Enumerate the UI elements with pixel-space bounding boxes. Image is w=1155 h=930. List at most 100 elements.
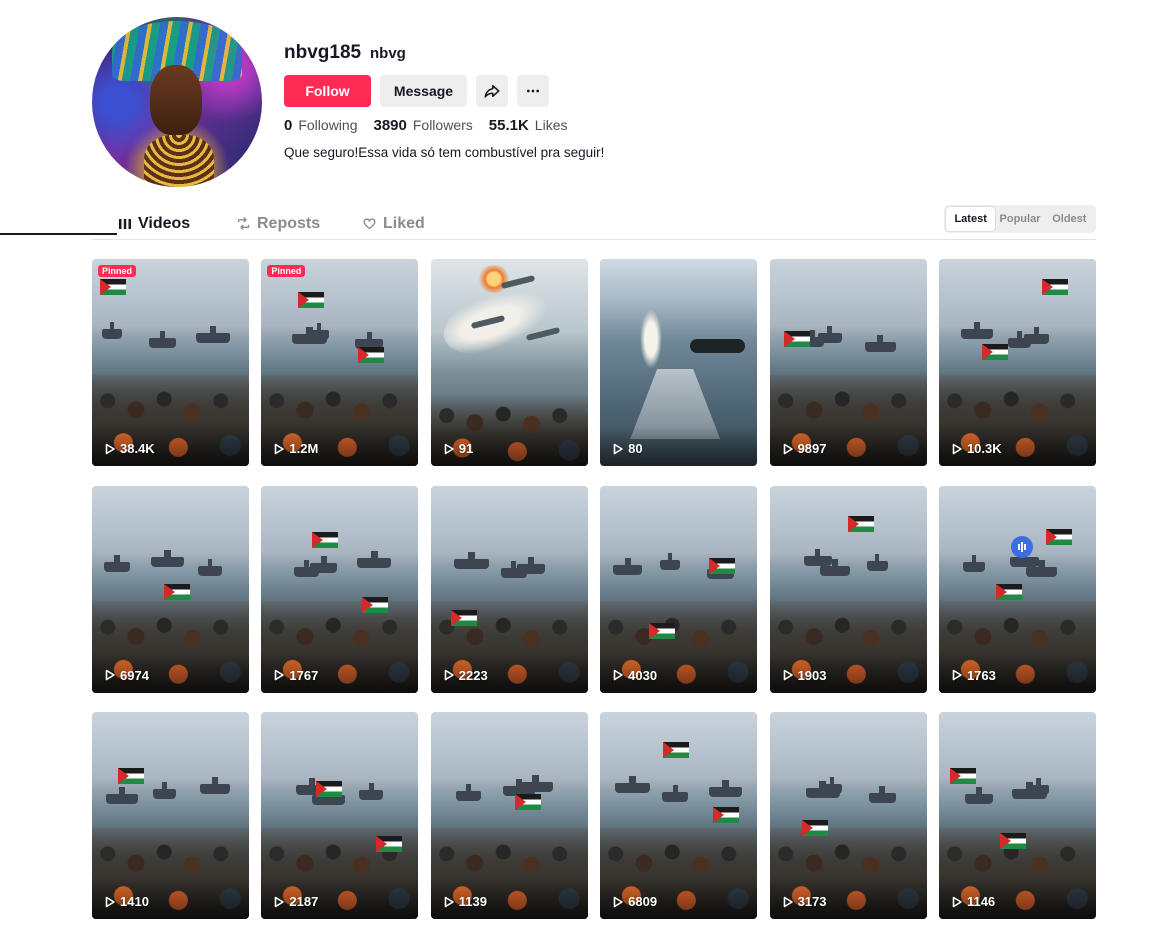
warship	[500, 560, 527, 578]
warship	[960, 322, 993, 339]
video-card[interactable]: 6809	[600, 712, 758, 919]
play-icon	[783, 896, 793, 907]
sort-oldest[interactable]: Oldest	[1045, 207, 1094, 231]
warship	[102, 322, 122, 339]
following-stat[interactable]: 0 Following	[284, 117, 357, 134]
palestine-flag	[514, 794, 541, 810]
video-card[interactable]: 1767	[261, 485, 419, 693]
view-count-label: 6809	[628, 894, 658, 909]
message-button[interactable]: Message	[380, 75, 467, 107]
video-card[interactable]: 2223	[430, 485, 588, 693]
view-count: 38.4K	[104, 441, 155, 456]
video-card[interactable]: 9897	[769, 259, 927, 466]
video-card[interactable]: 3173	[769, 712, 927, 919]
repost-icon	[237, 217, 250, 230]
audio-icon	[1010, 535, 1033, 558]
share-icon	[484, 85, 500, 98]
view-count-label: 9897	[797, 441, 827, 456]
warship	[805, 781, 840, 798]
warship	[709, 780, 743, 797]
avatar[interactable]	[92, 17, 262, 187]
video-card[interactable]: 1410	[92, 712, 249, 919]
view-count: 80	[612, 441, 643, 456]
follow-button[interactable]: Follow	[284, 75, 371, 107]
view-count-label: 1139	[458, 894, 487, 909]
video-card[interactable]: 6974	[92, 485, 249, 693]
warship	[1007, 331, 1031, 348]
likes-stat: 55.1K Likes	[489, 117, 568, 134]
avatar-face	[150, 65, 202, 135]
video-card[interactable]: 1139	[430, 712, 588, 919]
warship	[866, 553, 888, 571]
grid-icon	[119, 218, 131, 229]
warship	[153, 782, 176, 799]
video-card[interactable]: 4030	[600, 485, 758, 693]
warship	[868, 786, 896, 803]
profile-bio: Que seguro!Essa vida só tem combustível …	[284, 145, 605, 160]
palestine-flag	[362, 596, 389, 613]
palestine-flag	[999, 833, 1026, 849]
view-count-label: 1763	[966, 667, 996, 683]
warship	[962, 554, 985, 572]
video-card[interactable]: Pinned 1.2M	[261, 259, 419, 466]
sea	[769, 790, 927, 828]
video-card[interactable]: 1763	[938, 485, 1096, 693]
view-count: 6809	[612, 894, 657, 909]
tab-videos[interactable]: Videos	[118, 208, 190, 239]
more-button[interactable]	[517, 75, 549, 107]
palestine-flag	[981, 344, 1008, 360]
tab-reposts[interactable]: Reposts	[236, 208, 320, 239]
sort-toggle: Latest Popular Oldest	[944, 205, 1096, 233]
video-card[interactable]: 1146	[938, 712, 1096, 919]
video-card[interactable]: 10.3K	[938, 259, 1096, 466]
view-count-label: 10.3K	[966, 441, 1002, 456]
video-card[interactable]: 91	[430, 259, 588, 466]
warship	[200, 777, 230, 794]
avatar-necklace	[144, 135, 214, 187]
video-card[interactable]: 2187	[261, 712, 419, 919]
warship	[292, 327, 328, 344]
more-icon	[527, 89, 539, 93]
palestine-flag	[450, 609, 477, 626]
sort-popular[interactable]: Popular	[995, 207, 1044, 231]
warship	[196, 326, 230, 343]
sea	[430, 790, 588, 828]
tab-liked[interactable]: Liked	[362, 208, 425, 239]
play-icon	[613, 896, 623, 907]
submarine	[690, 339, 746, 353]
warship	[359, 783, 384, 800]
play-icon	[613, 443, 623, 454]
video-card[interactable]: 1903	[769, 485, 927, 693]
video-card[interactable]: Pinned 38.4K	[92, 259, 249, 466]
followers-stat[interactable]: 3890 Followers	[373, 117, 472, 134]
sea	[261, 564, 419, 602]
tab-liked-label: Liked	[383, 214, 425, 232]
play-icon	[105, 896, 115, 907]
palestine-flag	[164, 583, 190, 600]
warship	[106, 787, 138, 804]
palestine-flag	[783, 331, 810, 347]
view-count: 1763	[951, 668, 996, 683]
sort-latest[interactable]: Latest	[946, 207, 996, 231]
palestine-flag	[298, 292, 325, 308]
sea	[261, 337, 419, 375]
palestine-flag	[1045, 528, 1072, 545]
explosion	[476, 265, 511, 293]
share-button[interactable]	[476, 75, 508, 107]
play-icon	[952, 669, 962, 681]
view-count: 10.3K	[951, 441, 1002, 456]
view-count-label: 1146	[966, 894, 996, 909]
warship	[455, 784, 481, 801]
warship	[819, 558, 850, 576]
followers-count: 3890	[373, 117, 407, 134]
warship	[864, 335, 896, 352]
palestine-flag	[995, 583, 1022, 600]
video-card[interactable]: 80	[600, 259, 758, 466]
palestine-flag	[649, 622, 676, 639]
play-icon	[444, 669, 454, 681]
view-count: 6974	[104, 668, 149, 683]
view-count: 1903	[782, 668, 826, 683]
palestine-flag	[713, 807, 740, 823]
warship	[1009, 549, 1039, 567]
view-count-label: 80	[628, 441, 643, 456]
